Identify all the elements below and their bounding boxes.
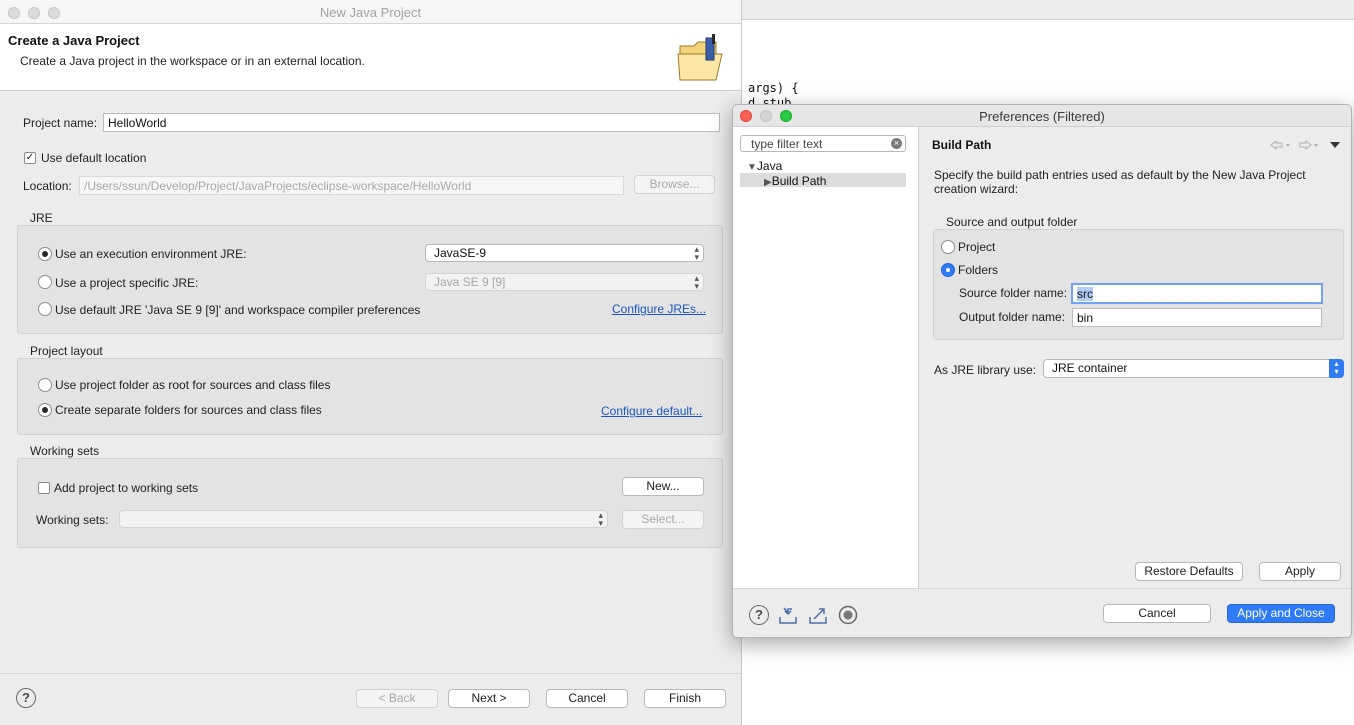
jre-library-select[interactable]: JRE container ▴ ▾ [1043,359,1344,378]
editor-tab-strip [742,0,1354,20]
tree-item-build-path[interactable]: ▶Build Path [764,174,826,188]
project-specific-jre-select[interactable]: Java SE 9 [9] ▴ ▾ [425,273,704,291]
add-to-working-sets-checkbox[interactable] [38,482,50,494]
configure-default-link[interactable]: Configure default... [601,404,702,418]
export-icon[interactable] [808,605,828,625]
preferences-window: Preferences (Filtered) type filter text … [732,104,1352,638]
separate-folders-radio[interactable] [38,403,52,417]
help-icon[interactable]: ? [749,605,769,625]
jre-group-label: JRE [30,211,53,225]
chevron-updown-icon: ▴ ▾ [598,510,603,528]
wizard-header: Create a Java Project Create a Java proj… [0,24,741,91]
project-specific-jre-radio[interactable] [38,275,52,289]
default-jre-radio[interactable] [38,302,52,316]
cancel-button[interactable]: Cancel [1103,604,1211,623]
preferences-titlebar: Preferences (Filtered) [733,105,1351,127]
import-icon[interactable] [778,605,798,625]
select-working-sets-button[interactable]: Select... [622,510,704,529]
back-arrow-icon[interactable] [1269,139,1293,151]
preferences-title: Preferences (Filtered) [979,109,1105,124]
working-sets-label: Working sets: [36,513,109,527]
default-jre-label: Use default JRE 'Java SE 9 [9]' and work… [55,303,421,317]
wizard-title: Create a Java Project [8,33,140,48]
add-to-working-sets-label: Add project to working sets [54,481,199,495]
project-radio[interactable] [941,240,955,254]
forward-arrow-icon[interactable] [1297,139,1321,151]
project-name-label: Project name: [23,116,98,130]
use-project-folder-radio[interactable] [38,378,52,392]
location-field[interactable]: /Users/ssun/Develop/Project/JavaProjects… [79,176,624,195]
tree-item-java-label: Java [756,159,783,173]
source-folder-label: Source folder name: [959,286,1068,300]
tree-item-build-path-label: Build Path [771,174,827,188]
project-name-field[interactable]: HelloWorld [103,113,720,132]
exec-env-value: JavaSE-9 [434,246,487,260]
cancel-button[interactable]: Cancel [546,689,628,708]
apply-and-close-button[interactable]: Apply and Close [1227,604,1335,623]
separate-folders-label: Create separate folders for sources and … [55,403,322,417]
back-button[interactable]: < Back [356,689,438,708]
exec-env-select[interactable]: JavaSE-9 ▴ ▾ [425,244,704,262]
location-label: Location: [23,179,72,193]
configure-jres-link[interactable]: Configure JREs... [612,302,706,316]
view-menu-icon[interactable] [1330,141,1340,149]
tree-item-java[interactable]: ▼Java [747,159,782,173]
filter-placeholder: type filter text [751,137,823,151]
project-specific-jre-label: Use a project specific JRE: [55,276,199,290]
project-layout-group: Use project folder as root for sources a… [17,358,723,435]
collapsed-triangle-icon: ▶ [764,177,772,188]
output-folder-field[interactable]: bin [1072,308,1322,327]
project-layout-group-label: Project layout [30,344,103,358]
working-sets-group-label: Working sets [30,444,100,458]
source-folder-value: src [1077,287,1093,301]
folders-radio-label: Folders [958,263,999,277]
chevron-updown-icon: ▴ ▾ [694,244,699,262]
preferences-footer: ? Cancel Apply and Close [733,588,1351,637]
jre-library-label: As JRE library use: [934,363,1037,377]
page-title: Build Path [932,138,992,152]
folder-icon [677,34,723,81]
project-specific-jre-value: Java SE 9 [9] [434,275,506,289]
output-folder-label: Output folder name: [959,310,1066,324]
working-sets-select[interactable]: ▴ ▾ [119,510,608,528]
preferences-page: Build Path Specify the build path entrie… [920,127,1351,588]
use-default-location-label: Use default location [41,151,147,165]
window-titlebar: New Java Project [0,0,741,24]
wizard-description: Create a Java project in the workspace o… [20,54,365,68]
source-folder-field[interactable]: src [1071,283,1323,304]
code-line: args) { [748,81,799,95]
filter-input[interactable]: type filter text × [740,135,906,152]
finish-button[interactable]: Finish [644,689,726,708]
expanded-triangle-icon: ▼ [747,162,757,173]
page-description: Specify the build path entries used as d… [934,168,1306,196]
chevron-updown-icon: ▴ ▾ [694,273,699,291]
use-default-location-checkbox[interactable]: ✓ [24,152,36,164]
record-icon[interactable] [838,605,858,625]
jre-group: Use an execution environment JRE: JavaSE… [17,225,723,334]
apply-button[interactable]: Apply [1259,562,1341,581]
window-title: New Java Project [319,5,422,20]
source-output-group: Project Folders Source folder name: src … [933,229,1344,340]
jre-library-value: JRE container [1052,361,1128,375]
restore-defaults-button[interactable]: Restore Defaults [1135,562,1243,581]
source-output-group-label: Source and output folder [946,215,1078,229]
next-button[interactable]: Next > [448,689,530,708]
working-sets-group: Add project to working sets New... Worki… [17,458,723,548]
help-icon[interactable]: ? [16,688,36,708]
project-radio-label: Project [958,240,996,254]
chevron-updown-icon: ▴ ▾ [1329,359,1344,378]
clear-filter-icon[interactable]: × [891,138,902,149]
footer-divider [0,673,741,674]
use-project-folder-label: Use project folder as root for sources a… [55,378,331,392]
preferences-tree-panel: type filter text × ▼Java ▶Build Path [733,127,919,588]
exec-env-jre-label: Use an execution environment JRE: [55,247,247,261]
exec-env-jre-radio[interactable] [38,247,52,261]
new-working-set-button[interactable]: New... [622,477,704,496]
browse-button[interactable]: Browse... [634,175,715,194]
new-java-project-window: New Java Project Create a Java Project C… [0,0,742,725]
folders-radio[interactable] [941,263,955,277]
